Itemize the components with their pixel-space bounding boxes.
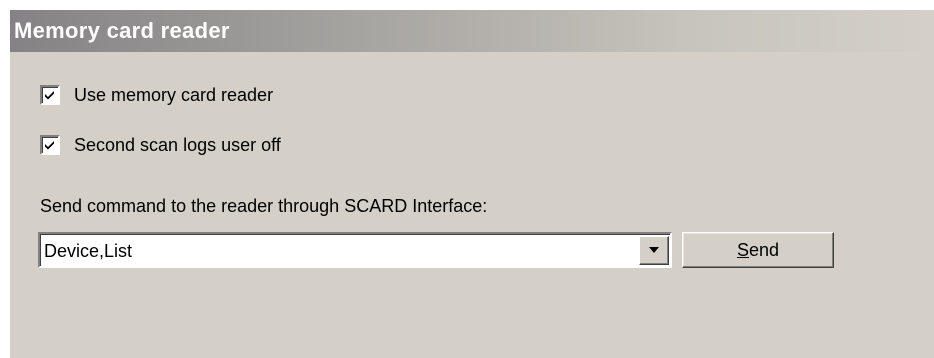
- command-label: Send command to the reader through SCARD…: [40, 196, 488, 216]
- send-button-mnemonic: S: [736, 239, 749, 260]
- use-reader-checkbox[interactable]: [40, 85, 60, 105]
- second-scan-checkbox[interactable]: [40, 135, 60, 155]
- send-button-label: end: [748, 239, 780, 260]
- command-combobox[interactable]: Device,List: [38, 232, 672, 268]
- use-reader-label[interactable]: Use memory card reader: [74, 85, 273, 106]
- combobox-field[interactable]: Device,List: [40, 234, 670, 266]
- section-header: Memory card reader: [10, 10, 934, 52]
- dropdown-button[interactable]: [639, 236, 669, 265]
- send-button[interactable]: Send: [682, 232, 834, 268]
- section-title: Memory card reader: [14, 18, 230, 43]
- second-scan-option[interactable]: Second scan logs user off: [40, 134, 281, 156]
- memory-card-reader-panel: Memory card reader Use memory card reade…: [10, 10, 934, 358]
- chevron-down-icon: [649, 247, 659, 253]
- checkmark-icon: [45, 141, 54, 150]
- command-value[interactable]: Device,List: [44, 241, 132, 262]
- second-scan-label[interactable]: Second scan logs user off: [74, 135, 281, 156]
- use-reader-option[interactable]: Use memory card reader: [40, 84, 273, 106]
- checkmark-icon: [45, 91, 54, 100]
